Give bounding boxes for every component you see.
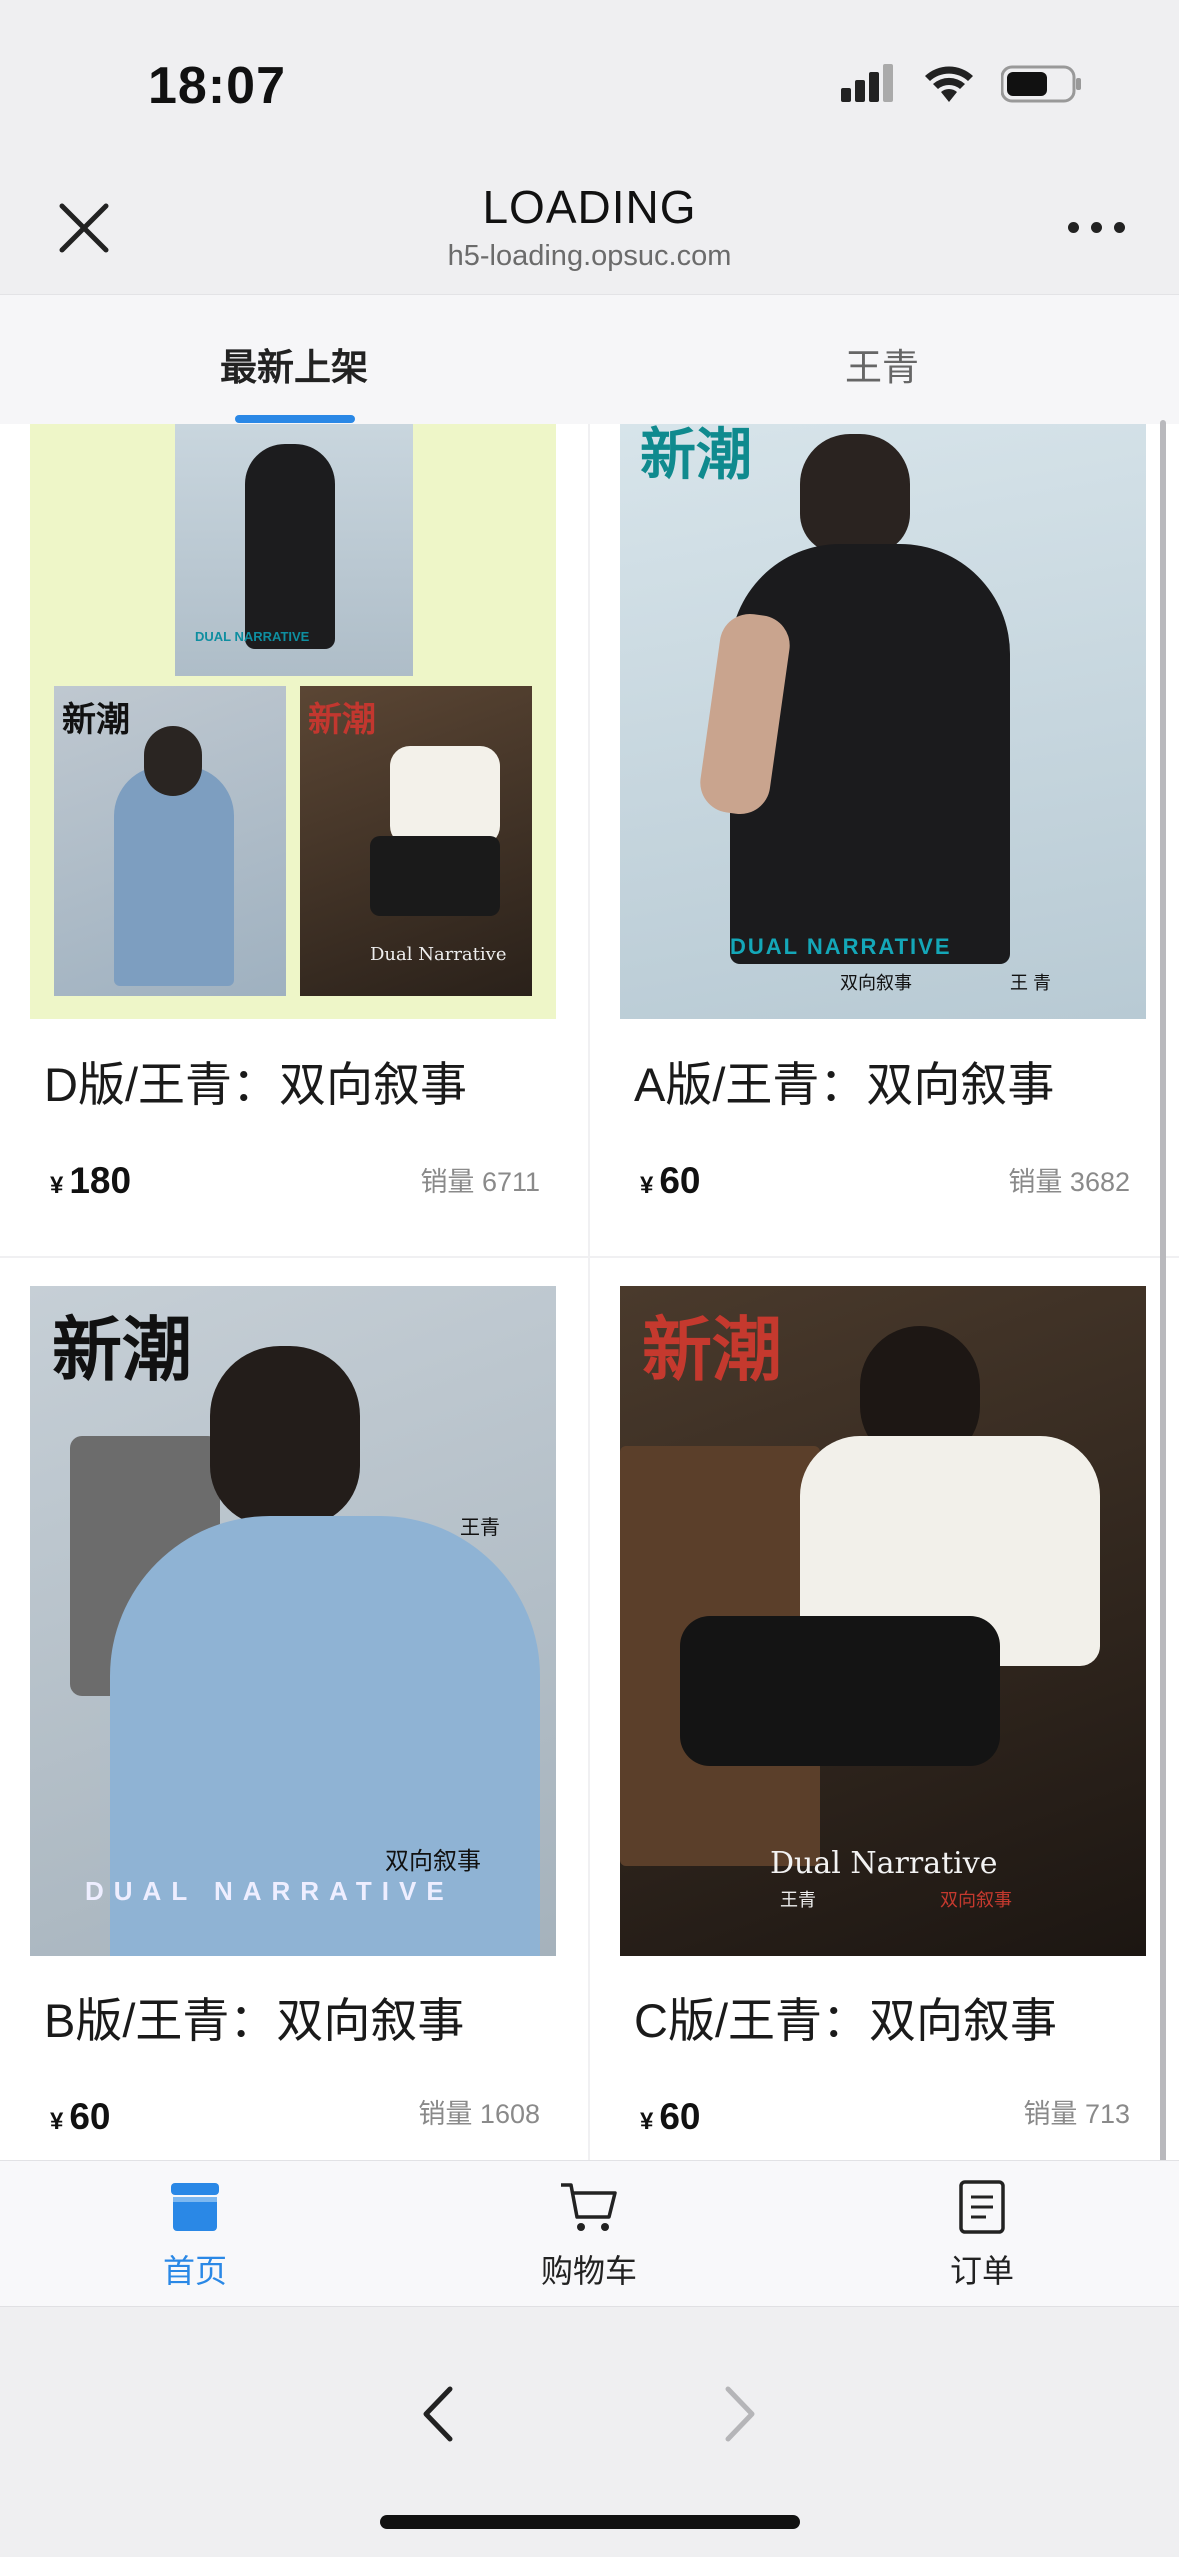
nav-home[interactable]: 首页	[95, 2179, 295, 2292]
grid-divider-horizontal	[0, 1256, 1179, 1258]
product-card[interactable]: 新潮 DUAL NARRATIVE 双向叙事 王 青 A版/王青：双向叙事 ¥6…	[590, 424, 1176, 1252]
product-image[interactable]: DUAL NARRATIVE 新潮 新潮 Dual Narrative	[30, 424, 556, 1019]
nav-cart[interactable]: 购物车	[489, 2179, 689, 2292]
product-grid: DUAL NARRATIVE 新潮 新潮 Dual Narrative D版/王…	[0, 424, 1179, 2160]
scrollbar[interactable]	[1160, 420, 1166, 2188]
product-image[interactable]: 新潮 DUAL NARRATIVE 双向叙事 王 青	[620, 424, 1146, 1019]
cart-icon	[561, 2183, 617, 2231]
nav-orders[interactable]: 订单	[882, 2179, 1082, 2292]
product-card[interactable]: 新潮 Dual Narrative 双向叙事 王青 C版/王青：双向叙事 ¥60…	[590, 1286, 1176, 2137]
status-icons	[841, 64, 1083, 104]
product-sales: 销量 1608	[418, 2099, 540, 2129]
product-image[interactable]: 新潮 Dual Narrative 双向叙事 王青	[620, 1286, 1146, 1956]
product-price: ¥60	[640, 2096, 701, 2137]
product-sales: 销量 713	[1023, 2099, 1130, 2129]
battery-icon	[1001, 65, 1081, 103]
tab-latest[interactable]: 最新上架	[94, 337, 494, 391]
product-card[interactable]: 新潮 王青 DUAL NARRATIVE 双向叙事 B版/王青：双向叙事 ¥60…	[0, 1286, 586, 2137]
store-icon	[171, 2183, 219, 2231]
page-url: h5-loading.opsuc.com	[447, 240, 732, 272]
status-bar: 18:07	[0, 0, 1179, 160]
tab-wangqing[interactable]: 王青	[682, 337, 1082, 391]
status-time: 18:07	[148, 57, 286, 115]
product-price: ¥60	[50, 2096, 111, 2137]
product-name[interactable]: A版/王青：双向叙事	[634, 1046, 1054, 1115]
product-image[interactable]: 新潮 王青 DUAL NARRATIVE 双向叙事	[30, 1286, 556, 1956]
product-name[interactable]: B版/王青：双向叙事	[44, 1982, 464, 2051]
product-price: ¥180	[50, 1160, 132, 1201]
more-options-icon[interactable]	[1068, 222, 1125, 233]
product-price: ¥60	[640, 1160, 701, 1201]
browser-title-bar: LOADING h5-loading.opsuc.com	[0, 160, 1179, 294]
browser-toolbar	[0, 2306, 1179, 2557]
category-tabs: 最新上架 王青	[0, 294, 1179, 425]
product-sales: 销量 3682	[1008, 1167, 1130, 1197]
bottom-navigation: 首页 购物车 订单	[0, 2160, 1179, 2307]
product-name[interactable]: D版/王青：双向叙事	[44, 1046, 467, 1115]
home-indicator	[380, 2515, 800, 2529]
product-sales: 销量 6711	[420, 1167, 540, 1197]
product-card[interactable]: DUAL NARRATIVE 新潮 新潮 Dual Narrative D版/王…	[0, 424, 586, 1252]
order-icon	[959, 2180, 1005, 2234]
forward-icon[interactable]	[720, 2383, 760, 2445]
wifi-icon	[925, 66, 973, 102]
tab-active-indicator	[235, 415, 355, 423]
cellular-signal-icon	[841, 64, 893, 102]
product-name[interactable]: C版/王青：双向叙事	[634, 1982, 1057, 2051]
back-icon[interactable]	[418, 2383, 458, 2445]
page-title: LOADING	[482, 181, 697, 233]
